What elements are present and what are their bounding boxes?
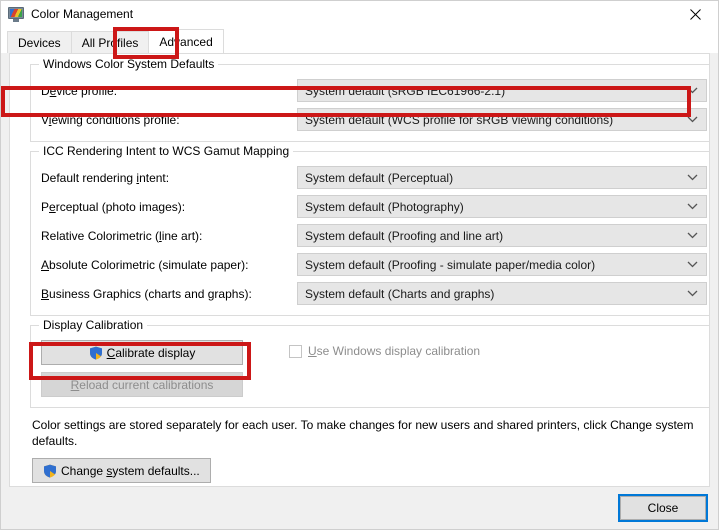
default-rendering-intent-label: Default rendering intent:: [41, 171, 297, 185]
relative-colorimetric-dropdown[interactable]: System default (Proofing and line art): [297, 224, 707, 247]
absolute-colorimetric-value: System default (Proofing - simulate pape…: [305, 258, 595, 272]
viewing-conditions-profile-label: Viewing conditions profile:: [41, 113, 297, 127]
use-windows-display-calibration-label: Use Windows display calibration: [308, 344, 480, 358]
business-graphics-value: System default (Charts and graphs): [305, 287, 494, 301]
tab-devices[interactable]: Devices: [7, 31, 72, 53]
tab-all-profiles[interactable]: All Profiles: [71, 31, 150, 53]
business-graphics-label: Business Graphics (charts and graphs):: [41, 287, 297, 301]
group-windows-color-system-defaults: Windows Color System Defaults Device pro…: [30, 64, 710, 142]
uac-shield-icon: [89, 346, 103, 360]
uac-shield-icon: [43, 464, 57, 478]
change-system-defaults-button[interactable]: Change system defaults...: [32, 458, 211, 483]
absolute-colorimetric-dropdown[interactable]: System default (Proofing - simulate pape…: [297, 253, 707, 276]
advanced-tab-panel: Windows Color System Defaults Device pro…: [9, 53, 710, 487]
window-title: Color Management: [31, 7, 133, 21]
chevron-down-icon: [687, 283, 698, 304]
use-windows-display-calibration-row[interactable]: Use Windows display calibration: [289, 344, 480, 358]
perceptual-label: Perceptual (photo images):: [41, 200, 297, 214]
chevron-down-icon: [687, 225, 698, 246]
use-windows-display-calibration-checkbox[interactable]: [289, 345, 302, 358]
tab-advanced[interactable]: Advanced: [148, 29, 223, 53]
chevron-down-icon: [687, 196, 698, 217]
relative-colorimetric-value: System default (Proofing and line art): [305, 229, 503, 243]
dialog-footer: Close: [1, 487, 718, 529]
color-settings-note: Color settings are stored separately for…: [32, 417, 708, 449]
reload-current-calibrations-button[interactable]: Reload current calibrations: [41, 372, 243, 397]
device-profile-label: Device profile:: [41, 84, 297, 98]
viewing-conditions-profile-value: System default (WCS profile for sRGB vie…: [305, 113, 613, 127]
tab-strip: Devices All Profiles Advanced: [1, 27, 718, 53]
viewing-conditions-profile-dropdown[interactable]: System default (WCS profile for sRGB vie…: [297, 108, 707, 131]
default-rendering-intent-value: System default (Perceptual): [305, 171, 453, 185]
chevron-down-icon: [687, 109, 698, 130]
device-profile-value: System default (sRGB IEC61966-2.1): [305, 84, 505, 98]
row-device-profile: Device profile: System default (sRGB IEC…: [41, 79, 707, 102]
title-bar: Color Management: [1, 1, 718, 27]
group-title: Display Calibration: [39, 318, 147, 332]
chevron-down-icon: [687, 80, 698, 101]
perceptual-dropdown[interactable]: System default (Photography): [297, 195, 707, 218]
row-business-graphics: Business Graphics (charts and graphs): S…: [41, 282, 707, 305]
reload-current-calibrations-label: Reload current calibrations: [71, 378, 214, 392]
business-graphics-dropdown[interactable]: System default (Charts and graphs): [297, 282, 707, 305]
relative-colorimetric-label: Relative Colorimetric (line art):: [41, 229, 297, 243]
default-rendering-intent-dropdown[interactable]: System default (Perceptual): [297, 166, 707, 189]
row-perceptual: Perceptual (photo images): System defaul…: [41, 195, 707, 218]
calibrate-display-button[interactable]: Calibrate display: [41, 340, 243, 365]
row-viewing-conditions-profile: Viewing conditions profile: System defau…: [41, 108, 707, 131]
calibrate-display-label: Calibrate display: [107, 346, 196, 360]
device-profile-dropdown[interactable]: System default (sRGB IEC61966-2.1): [297, 79, 707, 102]
row-absolute-colorimetric: Absolute Colorimetric (simulate paper): …: [41, 253, 707, 276]
group-title: ICC Rendering Intent to WCS Gamut Mappin…: [39, 144, 293, 158]
row-default-rendering-intent: Default rendering intent: System default…: [41, 166, 707, 189]
color-management-window: Color Management Devices All Profiles Ad…: [0, 0, 719, 530]
chevron-down-icon: [687, 167, 698, 188]
display-color-icon: [8, 6, 24, 22]
group-display-calibration: Display Calibration Calibrate display: [30, 325, 710, 408]
group-title: Windows Color System Defaults: [39, 57, 218, 71]
chevron-down-icon: [687, 254, 698, 275]
close-icon[interactable]: [673, 1, 718, 27]
group-icc-rendering-intent: ICC Rendering Intent to WCS Gamut Mappin…: [30, 151, 710, 316]
close-button[interactable]: Close: [620, 496, 706, 520]
perceptual-value: System default (Photography): [305, 200, 464, 214]
change-system-defaults-label: Change system defaults...: [61, 464, 200, 478]
row-relative-colorimetric: Relative Colorimetric (line art): System…: [41, 224, 707, 247]
absolute-colorimetric-label: Absolute Colorimetric (simulate paper):: [41, 258, 297, 272]
